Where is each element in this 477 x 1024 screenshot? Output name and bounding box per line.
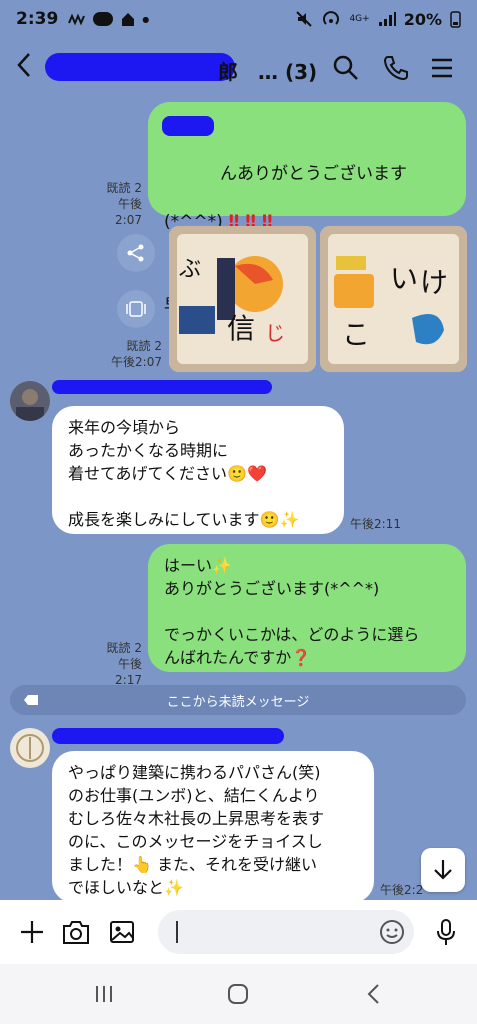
unread-divider: ここから未読メッセージ xyxy=(10,685,466,715)
unread-label: ここから未読メッセージ xyxy=(166,694,310,710)
wave-icon xyxy=(68,13,86,26)
home-icon[interactable] xyxy=(226,982,250,1010)
message-bubble-received[interactable]: 来年の今頃から あったかくなる時期に 着せてあげてください🙂❤️ 成長を楽しみに… xyxy=(52,406,344,534)
redacted-sender-name xyxy=(52,728,284,744)
share-icon[interactable] xyxy=(117,234,155,272)
avatar[interactable] xyxy=(10,728,50,768)
tag-icon xyxy=(24,695,38,705)
down-arrow-icon xyxy=(434,860,452,880)
redacted-name xyxy=(162,116,214,136)
battery-icon xyxy=(450,11,461,28)
signal-icon xyxy=(378,12,396,26)
back-arrow-icon[interactable] xyxy=(14,51,34,85)
redacted-name xyxy=(45,53,235,81)
network-type: 4G+ xyxy=(349,13,370,24)
photo-thumbnail[interactable]: い け こ xyxy=(320,226,467,372)
read-receipt: 既読 2 xyxy=(126,339,162,353)
message-time: 午後2:17 xyxy=(115,657,142,687)
house-icon xyxy=(122,13,135,26)
message-bubble-received[interactable]: やっぱり建築に携わるパパさん(笑) のお仕事(ユンボ)と、結仁くんより むしろ佐… xyxy=(52,751,374,900)
svg-text:信: 信 xyxy=(227,312,255,345)
chat-header: 郎 … (3) xyxy=(0,38,477,98)
message-bubble-sent[interactable]: んありがとうございます (*^^*) ‼ ‼ ‼ 早く着せたいです❤ xyxy=(148,102,466,316)
message-line-1: んありがとうございます xyxy=(220,164,407,184)
message-time: 午後2:2 xyxy=(380,883,424,897)
search-icon[interactable] xyxy=(330,52,362,84)
scroll-to-bottom-button[interactable] xyxy=(421,848,465,892)
status-time: 2:39 xyxy=(16,9,59,29)
svg-text:い: い xyxy=(390,262,418,295)
message-input-bar xyxy=(0,900,477,964)
dot-icon: ● xyxy=(142,14,150,24)
back-icon[interactable] xyxy=(362,982,386,1010)
phone-icon[interactable] xyxy=(380,52,412,84)
chat-area[interactable]: んありがとうございます (*^^*) ‼ ‼ ‼ 早く着せたいです❤ 既読 2 … xyxy=(0,98,477,900)
chat-title: 郎 … (3) xyxy=(218,60,318,84)
image-icon[interactable] xyxy=(104,914,140,950)
message-meta: 既読 2 午後2:07 xyxy=(92,180,142,228)
emoji-icon[interactable] xyxy=(374,914,410,950)
member-count: (3) xyxy=(284,60,318,84)
keep-icon[interactable] xyxy=(117,290,155,328)
svg-text:け: け xyxy=(420,266,448,299)
message-meta: 既読 2 午後2:07 xyxy=(108,338,162,370)
menu-icon[interactable] xyxy=(427,52,459,84)
text-cursor xyxy=(176,921,178,943)
app-badge-icon xyxy=(93,12,114,26)
status-right: 4G+ 20% xyxy=(295,10,461,29)
mute-icon xyxy=(296,11,313,27)
svg-text:ぶ: ぶ xyxy=(179,257,201,282)
recents-icon[interactable] xyxy=(92,982,116,1010)
mic-icon[interactable] xyxy=(428,914,464,950)
battery-percent: 20% xyxy=(403,9,442,29)
svg-text:こ: こ xyxy=(342,318,370,351)
message-meta: 既読 2 午後2:17 xyxy=(92,640,142,688)
message-time: 午後2:07 xyxy=(111,355,162,369)
message-time: 午後2:07 xyxy=(115,197,142,227)
message-time: 午後2:11 xyxy=(350,517,401,531)
read-receipt: 既読 2 xyxy=(106,641,142,655)
camera-icon[interactable] xyxy=(58,914,94,950)
notification-icons: ● xyxy=(68,11,149,27)
plus-icon[interactable] xyxy=(14,914,50,950)
hotspot-icon xyxy=(323,11,340,25)
redacted-sender-name xyxy=(52,380,272,394)
svg-text:じ: じ xyxy=(265,321,285,345)
status-bar: 2:39 ● 4G+ 20% xyxy=(0,0,477,38)
photo-thumbnail[interactable]: ぶ 信 じ xyxy=(169,226,316,372)
message-bubble-sent[interactable]: はーい✨ ありがとうございます(*^^*) でっかくいこかは、どのように選ら ん… xyxy=(148,544,466,672)
system-nav-bar xyxy=(0,964,477,1024)
read-receipt: 既読 2 xyxy=(106,181,142,195)
avatar[interactable] xyxy=(10,381,50,421)
